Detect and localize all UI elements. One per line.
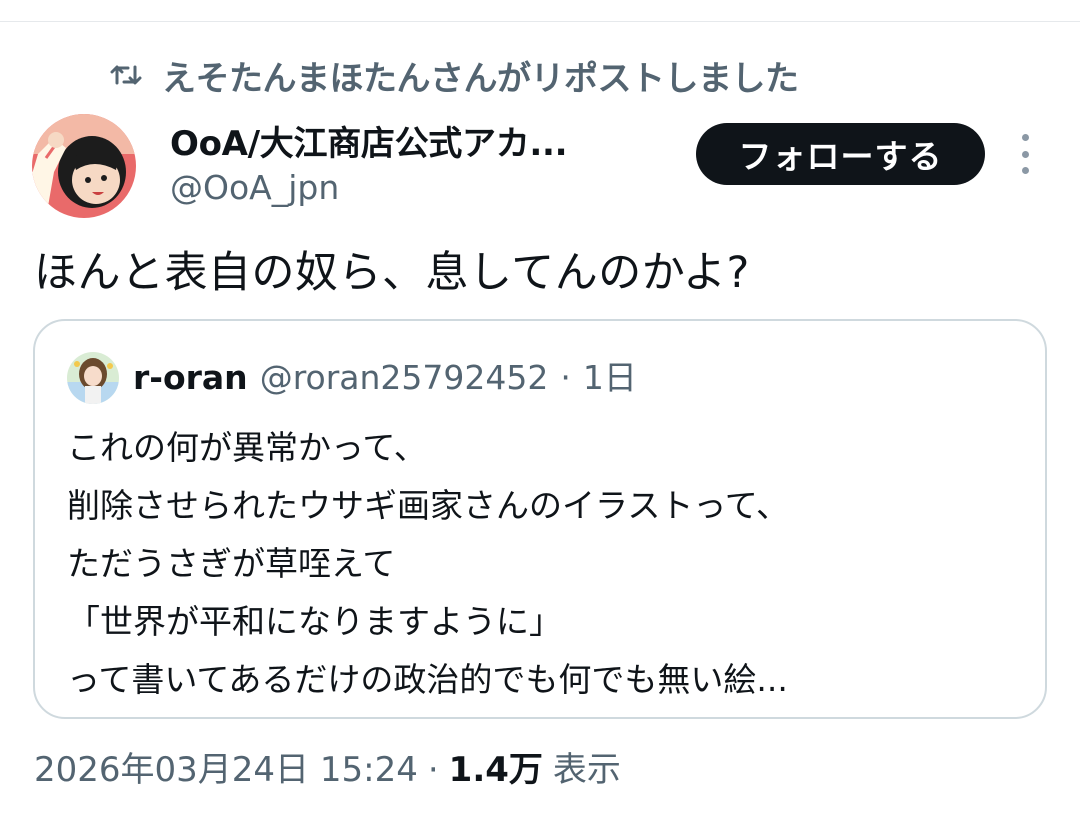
quote-tweet-card[interactable]: r-oran @roran25792452 · 1日 これの何が異常かって、 削… [33, 319, 1047, 719]
tweet-meta: 2026年03月24日 15:24 · 1.4万 表示 [34, 742, 621, 791]
quote-line: ただうさぎが草咥えて [67, 544, 396, 583]
quote-line: 「世界が平和になりますように」 [67, 602, 562, 641]
quote-separator: · [560, 358, 571, 397]
top-divider [0, 21, 1080, 22]
follow-button[interactable]: フォローする [696, 123, 985, 185]
tweet-datetime[interactable]: 2026年03月24日 15:24 [34, 742, 418, 791]
views-count: 1.4万 [448, 750, 543, 790]
quote-line: これの何が異常かって、 [67, 428, 427, 467]
views-label: 表示 [552, 750, 621, 790]
repost-label: えそたんまほたんさんがリポストしました [162, 58, 799, 99]
tweet-text: ほんと表自の奴ら、息してんのかよ? [34, 248, 750, 298]
quote-line: 削除させられたウサギ画家さんのイラストって、 [67, 486, 790, 525]
repost-icon [110, 65, 142, 85]
quote-line: って書いてあるだけの政治的でも何でも無い絵... [67, 660, 788, 699]
quote-timestamp[interactable]: 1日 [583, 351, 637, 399]
quote-header: r-oran @roran25792452 · 1日 [133, 351, 637, 399]
quote-author-handle[interactable]: @roran25792452 [260, 358, 549, 397]
quote-author-avatar[interactable] [67, 352, 119, 404]
author-name[interactable]: OoA/大江商店公式アカ... [170, 116, 568, 165]
author-handle[interactable]: @OoA_jpn [170, 168, 339, 207]
quote-author-name[interactable]: r-oran [133, 358, 248, 397]
meta-separator: · [427, 750, 439, 790]
repost-context[interactable]: えそたんまほたんさんがリポストしました [108, 50, 799, 100]
avatar-image [32, 114, 136, 218]
quote-body: これの何が異常かって、 削除させられたウサギ画家さんのイラストって、 ただうさぎ… [67, 419, 1025, 709]
more-vertical-icon[interactable] [1010, 134, 1040, 174]
quote-avatar-image [67, 352, 119, 404]
author-avatar[interactable] [32, 114, 136, 218]
